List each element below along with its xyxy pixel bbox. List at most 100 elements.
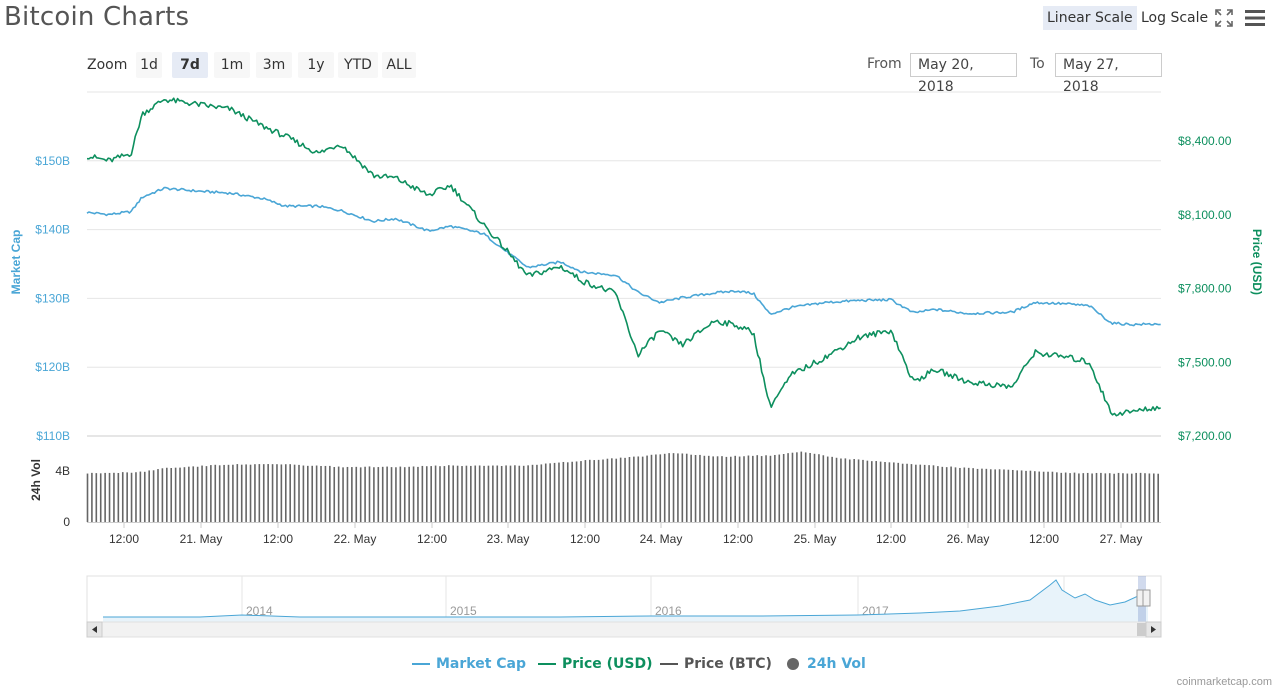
- volume-bar: [483, 465, 485, 522]
- volume-bar: [245, 464, 247, 522]
- volume-bar: [249, 464, 252, 522]
- volume-bar: [844, 458, 847, 522]
- volume-bar: [421, 465, 424, 522]
- volume-bar: [174, 467, 177, 522]
- volume-bar: [655, 454, 657, 522]
- volume-bar: [747, 455, 750, 522]
- volume-bar: [857, 459, 860, 522]
- volume-bar: [192, 466, 195, 522]
- volume-bar: [258, 464, 261, 522]
- volume-bar: [862, 459, 864, 522]
- x-axis-tick: 12:00: [109, 532, 139, 546]
- volume-bar: [928, 465, 930, 522]
- legend-swatch: [412, 663, 430, 665]
- volume-bar: [611, 458, 613, 522]
- volume-axis-tick: 0: [63, 515, 70, 529]
- volume-bar: [628, 457, 631, 522]
- volume-bar: [694, 455, 697, 522]
- volume-bar: [1047, 471, 1049, 522]
- volume-bar: [787, 453, 789, 522]
- volume-bar: [443, 466, 446, 522]
- volume-bar: [289, 464, 291, 522]
- right-axis-tick: $7,200.00: [1178, 429, 1232, 443]
- volume-bar: [989, 469, 992, 522]
- volume-bar: [113, 472, 115, 522]
- volume-bar: [95, 473, 98, 522]
- volume-bar: [822, 455, 825, 522]
- volume-bar: [152, 470, 155, 522]
- volume-bar: [492, 465, 494, 522]
- volume-bar: [143, 471, 146, 522]
- volume-bar: [302, 465, 305, 522]
- volume-bar: [954, 467, 957, 522]
- legend-item-market-cap[interactable]: Market Cap: [412, 654, 526, 674]
- volume-bar: [531, 464, 534, 522]
- volume-bar: [606, 458, 609, 522]
- volume-bar: [562, 461, 565, 522]
- legend-item-24h-vol[interactable]: 24h Vol: [787, 654, 866, 674]
- volume-bar: [1113, 473, 1115, 522]
- volume-bar: [139, 471, 142, 522]
- volume-bar: [752, 455, 754, 522]
- volume-bar: [364, 466, 366, 522]
- volume-bar: [1152, 473, 1155, 522]
- volume-bar: [919, 464, 922, 522]
- volume-bar: [888, 462, 891, 522]
- navigator-handle-right[interactable]: [1142, 589, 1151, 607]
- volume-bar: [179, 467, 181, 522]
- volume-bar: [566, 462, 569, 522]
- volume-bar: [408, 466, 410, 522]
- volume-bar: [619, 457, 622, 522]
- volume-bar: [575, 461, 578, 522]
- volume-bar: [333, 467, 336, 522]
- volume-bar: [465, 465, 468, 522]
- volume-bar: [681, 453, 684, 522]
- volume-bar: [703, 455, 706, 522]
- volume-bar: [505, 465, 507, 522]
- volume-bar: [1086, 472, 1089, 522]
- volume-bar: [981, 468, 983, 522]
- volume-bar: [91, 472, 93, 522]
- volume-bar: [108, 472, 111, 522]
- x-axis-tick: 12:00: [723, 532, 753, 546]
- volume-bar: [835, 457, 838, 522]
- volume-bar: [196, 466, 199, 522]
- volume-bar: [430, 466, 432, 522]
- volume-bar: [853, 459, 855, 522]
- volume-bar: [1122, 473, 1124, 522]
- volume-bar: [972, 468, 974, 522]
- volume-bar: [373, 467, 375, 522]
- volume-bar: [875, 461, 878, 522]
- navigator-label: 2015: [450, 604, 477, 618]
- volume-bar: [870, 461, 873, 522]
- volume-bar: [967, 467, 970, 522]
- legend-item-price-usd[interactable]: Price (USD): [538, 654, 653, 674]
- volume-bar: [602, 459, 604, 522]
- legend-label: Market Cap: [436, 656, 527, 672]
- volume-bar: [188, 466, 190, 522]
- scrollbar-thumb[interactable]: [1137, 623, 1146, 636]
- volume-bar: [320, 465, 322, 522]
- volume-bar: [461, 466, 463, 522]
- left-axis-tick: $110B: [36, 429, 70, 443]
- volume-bar: [271, 464, 274, 522]
- volume-bar: [509, 465, 512, 522]
- volume-bar: [1078, 473, 1080, 522]
- volume-bar: [1020, 470, 1023, 522]
- volume-bar: [254, 464, 256, 522]
- credit-link[interactable]: coinmarketcap.com: [1177, 676, 1272, 688]
- volume-bar: [166, 467, 168, 522]
- volume-bar: [729, 456, 732, 522]
- x-axis-tick: 12:00: [263, 532, 293, 546]
- volume-bar: [117, 472, 120, 522]
- volume-bar: [549, 463, 551, 522]
- volume-bar: [130, 472, 133, 522]
- volume-bar: [99, 473, 102, 522]
- volume-bar: [390, 467, 393, 522]
- volume-bar: [712, 456, 714, 522]
- scrollbar-track[interactable]: [86, 621, 1162, 638]
- legend-item-price-btc[interactable]: Price (BTC): [660, 654, 772, 674]
- volume-axis-label: 24h Vol: [29, 459, 43, 501]
- volume-bar: [796, 452, 798, 522]
- volume-bar: [205, 466, 208, 522]
